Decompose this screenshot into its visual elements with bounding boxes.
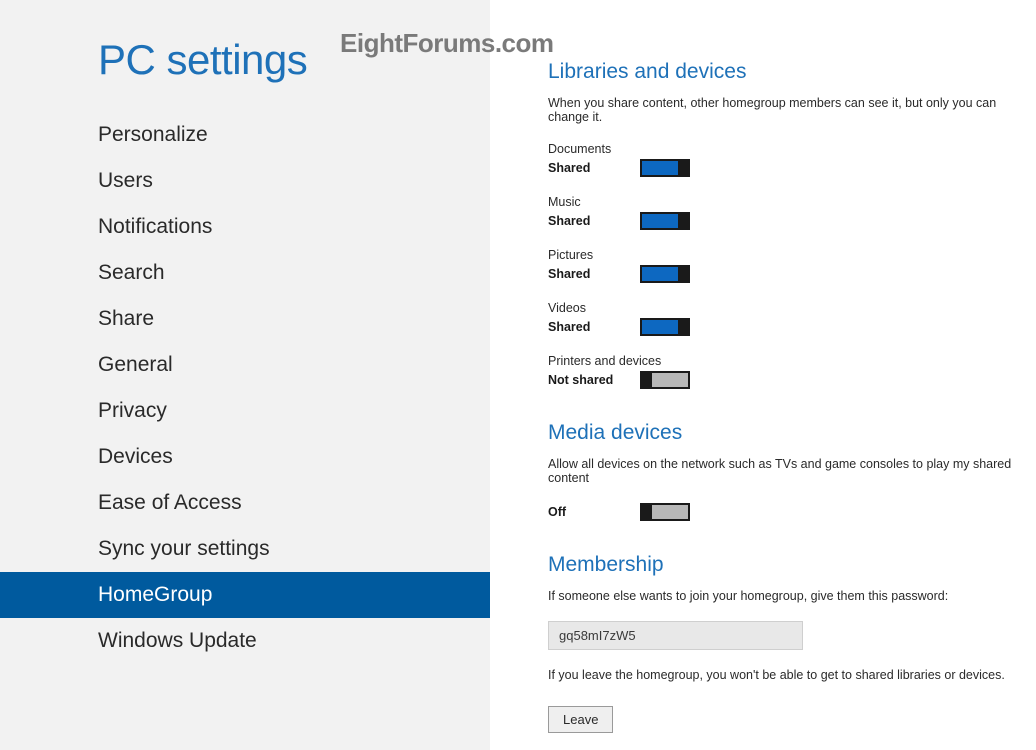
- toggle-state: Shared: [548, 214, 640, 228]
- toggle-printers-and-devices[interactable]: [640, 371, 690, 389]
- membership-title: Membership: [548, 553, 1036, 577]
- sidebar-item-share[interactable]: Share: [0, 296, 490, 342]
- toggle-row-documents: Documents Shared: [548, 142, 1036, 177]
- toggle-state: Shared: [548, 267, 640, 281]
- sidebar-items: PersonalizeUsersNotificationsSearchShare…: [0, 112, 490, 664]
- toggle-videos[interactable]: [640, 318, 690, 336]
- toggle-state: Shared: [548, 320, 640, 334]
- toggle-knob: [678, 159, 690, 177]
- membership-join-desc: If someone else wants to join your homeg…: [548, 589, 1036, 603]
- membership-leave-desc: If you leave the homegroup, you won't be…: [548, 668, 1036, 682]
- media-desc: Allow all devices on the network such as…: [548, 457, 1036, 485]
- toggle-knob: [640, 371, 652, 389]
- homegroup-password[interactable]: gq58mI7zW5: [548, 621, 803, 650]
- sidebar-item-search[interactable]: Search: [0, 250, 490, 296]
- media-toggle-state: Off: [548, 505, 640, 519]
- section-libraries: Libraries and devices When you share con…: [548, 60, 1036, 389]
- toggle-state: Not shared: [548, 373, 640, 387]
- sidebar-item-windows-update[interactable]: Windows Update: [0, 618, 490, 664]
- toggle-knob: [678, 318, 690, 336]
- toggle-row-pictures: Pictures Shared: [548, 248, 1036, 283]
- sidebar-title: PC settings: [0, 36, 490, 84]
- main-panel: Libraries and devices When you share con…: [490, 0, 1036, 750]
- sidebar-item-users[interactable]: Users: [0, 158, 490, 204]
- toggle-label: Pictures: [548, 248, 1036, 262]
- toggle-label: Music: [548, 195, 1036, 209]
- media-title: Media devices: [548, 421, 1036, 445]
- toggle-label: Videos: [548, 301, 1036, 315]
- sidebar-item-personalize[interactable]: Personalize: [0, 112, 490, 158]
- toggle-row-music: Music Shared: [548, 195, 1036, 230]
- sidebar-item-privacy[interactable]: Privacy: [0, 388, 490, 434]
- media-toggle-row: Off: [548, 503, 1036, 521]
- sidebar: PC settings PersonalizeUsersNotification…: [0, 0, 490, 750]
- toggle-music[interactable]: [640, 212, 690, 230]
- section-media: Media devices Allow all devices on the n…: [548, 421, 1036, 521]
- media-toggle[interactable]: [640, 503, 690, 521]
- sidebar-item-devices[interactable]: Devices: [0, 434, 490, 480]
- toggle-knob: [678, 265, 690, 283]
- toggle-documents[interactable]: [640, 159, 690, 177]
- app-container: PC settings PersonalizeUsersNotification…: [0, 0, 1036, 750]
- sidebar-item-general[interactable]: General: [0, 342, 490, 388]
- sidebar-item-notifications[interactable]: Notifications: [0, 204, 490, 250]
- toggle-label: Printers and devices: [548, 354, 1036, 368]
- toggle-label: Documents: [548, 142, 1036, 156]
- sidebar-item-ease-of-access[interactable]: Ease of Access: [0, 480, 490, 526]
- section-membership: Membership If someone else wants to join…: [548, 553, 1036, 733]
- leave-button[interactable]: Leave: [548, 706, 613, 733]
- toggle-row-videos: Videos Shared: [548, 301, 1036, 336]
- sidebar-item-homegroup[interactable]: HomeGroup: [0, 572, 490, 618]
- toggle-state: Shared: [548, 161, 640, 175]
- toggle-pictures[interactable]: [640, 265, 690, 283]
- libraries-desc: When you share content, other homegroup …: [548, 96, 1036, 124]
- sidebar-item-sync-your-settings[interactable]: Sync your settings: [0, 526, 490, 572]
- toggle-knob: [678, 212, 690, 230]
- libraries-title: Libraries and devices: [548, 60, 1036, 84]
- toggle-row-printers-and-devices: Printers and devices Not shared: [548, 354, 1036, 389]
- toggle-knob: [640, 503, 652, 521]
